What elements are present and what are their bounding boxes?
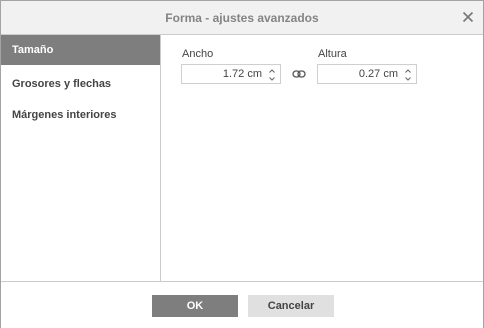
width-decrement-button[interactable] xyxy=(266,74,278,82)
height-decrement-button[interactable] xyxy=(402,74,414,82)
width-label: Ancho xyxy=(182,48,214,60)
sidebar-item-margenes[interactable]: Márgenes interiores xyxy=(1,100,160,130)
close-icon[interactable] xyxy=(461,10,475,24)
link-icon[interactable] xyxy=(292,67,306,81)
settings-sidebar: Tamaño Grosores y flechas Márgenes inter… xyxy=(1,35,161,281)
height-increment-button[interactable] xyxy=(402,66,414,74)
dialog-footer: OK Cancelar xyxy=(1,281,483,328)
sidebar-item-label: Márgenes interiores xyxy=(12,109,117,121)
ok-button[interactable]: OK xyxy=(152,295,238,317)
chevron-down-icon xyxy=(405,77,411,81)
height-label: Altura xyxy=(318,48,347,60)
dialog-titlebar[interactable]: Forma - ajustes avanzados xyxy=(1,1,483,35)
cancel-button[interactable]: Cancelar xyxy=(248,295,334,317)
chevron-down-icon xyxy=(269,77,275,81)
advanced-settings-dialog: Forma - ajustes avanzados Tamaño Grosore… xyxy=(0,0,484,328)
sidebar-item-grosores[interactable]: Grosores y flechas xyxy=(1,69,160,99)
width-increment-button[interactable] xyxy=(266,66,278,74)
sidebar-item-label: Tamaño xyxy=(12,44,54,56)
width-spinner[interactable]: 1.72 cm xyxy=(181,64,281,84)
width-value: 1.72 cm xyxy=(222,68,262,80)
sidebar-item-tamano[interactable]: Tamaño xyxy=(1,35,160,65)
sidebar-item-label: Grosores y flechas xyxy=(12,78,112,90)
height-value: 0.27 cm xyxy=(358,68,398,80)
height-spinner[interactable]: 0.27 cm xyxy=(317,64,417,84)
dialog-title: Forma - ajustes avanzados xyxy=(165,11,319,25)
